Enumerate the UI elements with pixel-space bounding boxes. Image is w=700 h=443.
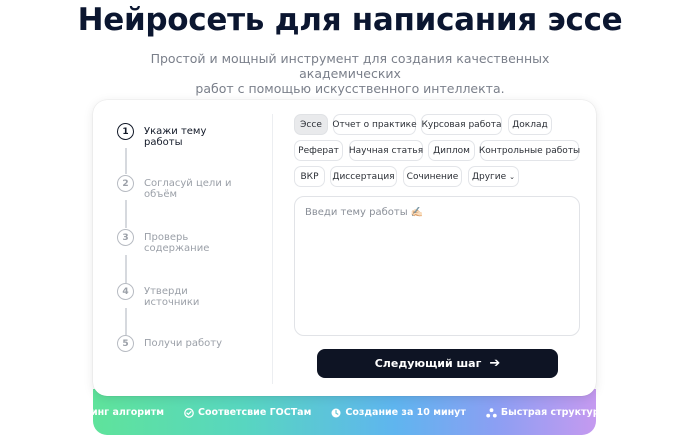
chevron-down-icon: ⌄ — [509, 172, 516, 181]
chip-tests[interactable]: Контрольные работы — [479, 140, 580, 161]
step-4[interactable]: 4 Утверди источники — [117, 283, 236, 308]
chip-coursework[interactable]: Курсовая работа — [421, 114, 502, 135]
step-connector — [125, 200, 127, 228]
clock-icon — [331, 408, 341, 417]
steps-panel: 1 Укажи тему работы 2 Согласуй цели и об… — [93, 100, 273, 396]
subtitle-line-2: работ с помощью искусственного интеллект… — [195, 81, 505, 96]
chip-practice-report[interactable]: Отчет о практике — [332, 114, 417, 135]
feature-label: Создание за 10 минут — [345, 407, 466, 418]
chip-composition[interactable]: Сочинение — [403, 166, 462, 187]
step-number: 3 — [117, 229, 134, 246]
step-label: Утверди источники — [144, 286, 200, 308]
step-number: 4 — [117, 283, 134, 300]
feature-item: Быстрая структура — [486, 407, 596, 418]
step-label: Проверь содержание — [144, 232, 210, 254]
step-label: Согласуй цели и объём — [144, 178, 232, 200]
step-2[interactable]: 2 Согласуй цели и объём — [117, 175, 236, 200]
feature-item: ктинг алгоритм — [93, 407, 164, 418]
page-subtitle: Простой и мощный инструмент для создания… — [110, 51, 590, 96]
panel-divider — [272, 114, 273, 384]
step-connector — [125, 308, 127, 335]
topic-input[interactable] — [305, 207, 569, 325]
next-step-button[interactable]: Следующий шаг ➔ — [317, 349, 558, 378]
essay-wizard-card: 1 Укажи тему работы 2 Согласуй цели и об… — [93, 100, 596, 396]
chip-abstract[interactable]: Реферат — [294, 140, 343, 161]
chip-scientific-article[interactable]: Научная статья — [349, 140, 423, 161]
subtitle-line-1: Простой и мощный инструмент для создания… — [150, 51, 550, 81]
feature-label: Быстрая структура — [500, 407, 596, 418]
step-number: 2 — [117, 175, 134, 192]
next-step-label: Следующий шаг — [374, 357, 482, 370]
check-circle-icon — [184, 407, 194, 418]
chip-diploma[interactable]: Диплом — [428, 140, 475, 161]
chip-report[interactable]: Доклад — [508, 114, 552, 135]
feature-label: Соответсвие ГОСТам — [198, 407, 312, 418]
step-connector — [125, 255, 127, 283]
chip-others-dropdown[interactable]: Другие ⌄ — [468, 166, 519, 187]
step-3[interactable]: 3 Проверь содержание — [117, 229, 236, 254]
feature-item: Соответсвие ГОСТам — [184, 407, 311, 418]
chip-dissertation[interactable]: Диссертация — [330, 166, 397, 187]
step-label: Укажи тему работы — [144, 126, 207, 148]
step-connector — [125, 148, 127, 174]
chip-vkr[interactable]: ВКР — [294, 166, 325, 187]
step-label: Получи работу — [144, 338, 223, 349]
chip-essay[interactable]: Эссе — [294, 114, 328, 135]
feature-item: Создание за 10 минут — [331, 407, 466, 418]
feature-label: ктинг алгоритм — [93, 407, 165, 418]
chip-others-label: Другие — [471, 171, 507, 182]
step-number: 5 — [117, 335, 134, 352]
step-5[interactable]: 5 Получи работу — [117, 335, 236, 352]
arrow-right-icon: ➔ — [489, 356, 501, 371]
page-title: Нейросеть для написания эссе — [77, 2, 623, 38]
step-number: 1 — [117, 123, 134, 140]
topic-field[interactable] — [294, 196, 580, 336]
step-1[interactable]: 1 Укажи тему работы — [117, 123, 236, 148]
structure-icon — [486, 407, 497, 417]
